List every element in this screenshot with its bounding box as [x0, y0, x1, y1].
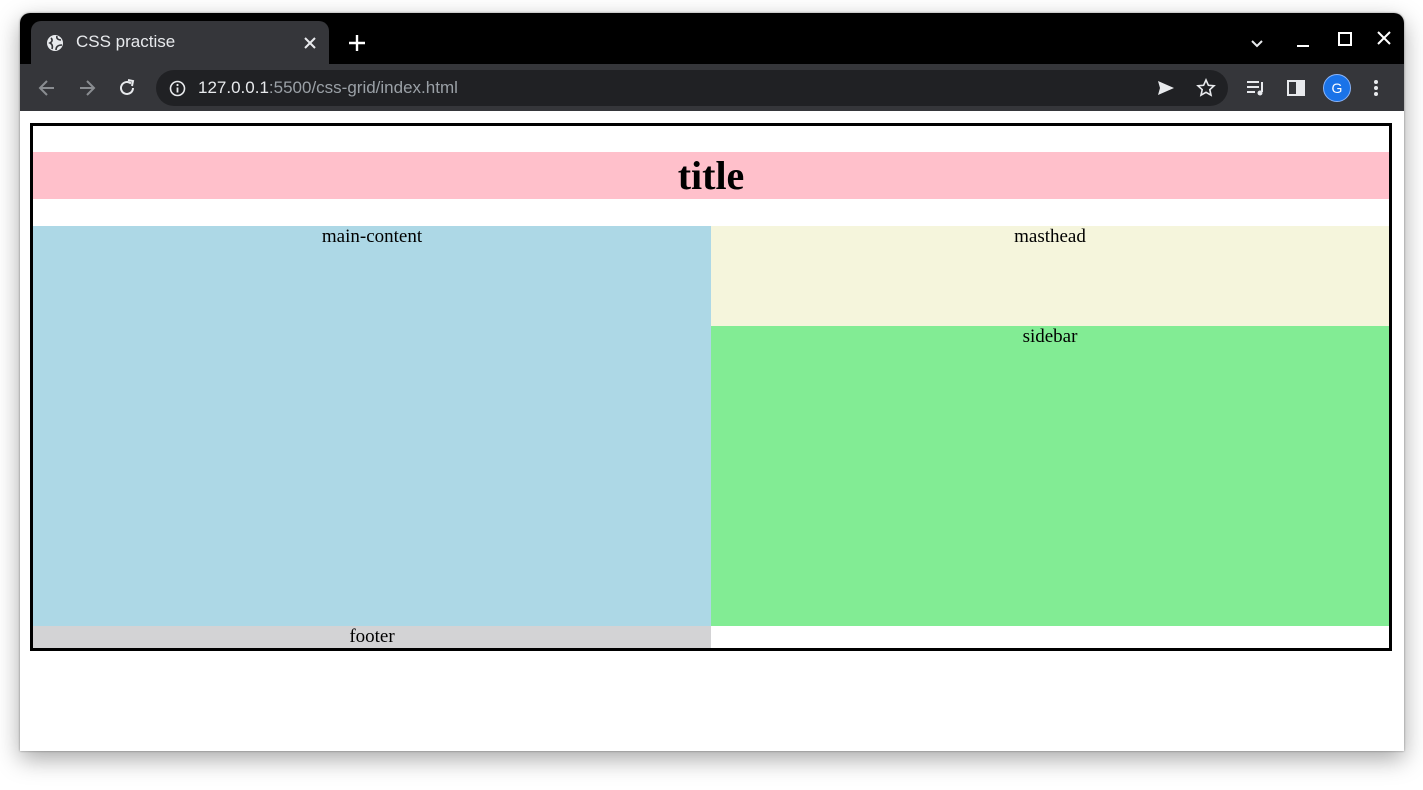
url-path: :5500/css-grid/index.html: [268, 78, 458, 97]
footer-label: footer: [349, 626, 395, 647]
globe-icon: [47, 35, 63, 51]
masthead-label: masthead: [1014, 226, 1086, 247]
sidebar-label: sidebar: [1022, 326, 1078, 347]
url-text[interactable]: 127.0.0.1:5500/css-grid/index.html: [198, 78, 458, 98]
masthead-area: masthead: [711, 226, 1389, 326]
sidebar-area: sidebar: [711, 326, 1389, 626]
avatar[interactable]: G: [1323, 74, 1351, 102]
more-vert-icon[interactable]: [1365, 77, 1387, 99]
close-icon[interactable]: [300, 33, 320, 53]
tab-strip: CSS practise: [20, 13, 1404, 64]
browser-toolbar: 127.0.0.1:5500/css-grid/index.html G: [20, 64, 1404, 111]
chevron-down-icon[interactable]: [1249, 36, 1265, 52]
page-title: title: [677, 153, 745, 198]
tab-title: CSS practise: [76, 32, 176, 51]
side-panel-icon[interactable]: [1285, 77, 1307, 99]
grid-container: title main-content masthead sidebar foot…: [30, 123, 1392, 651]
send-icon[interactable]: [1156, 78, 1176, 98]
footer-area: footer: [33, 626, 711, 648]
reload-icon[interactable]: [116, 77, 138, 99]
title-area: title: [33, 152, 1389, 199]
forward-icon[interactable]: [76, 77, 98, 99]
plus-icon[interactable]: [346, 32, 368, 54]
minimize-icon[interactable]: [1294, 33, 1312, 51]
back-icon[interactable]: [36, 77, 58, 99]
maximize-icon[interactable]: [1336, 30, 1354, 48]
address-bar[interactable]: 127.0.0.1:5500/css-grid/index.html: [156, 70, 1228, 106]
browser-window: CSS practise 127.0.0.1:5500/css-grid/ind…: [20, 13, 1404, 751]
star-icon[interactable]: [1196, 78, 1216, 98]
active-tab[interactable]: CSS practise: [31, 21, 329, 64]
url-host: 127.0.0.1: [198, 78, 269, 97]
close-window-icon[interactable]: [1375, 29, 1393, 47]
media-queue-icon[interactable]: [1245, 77, 1267, 99]
info-icon[interactable]: [169, 80, 186, 97]
page-viewport: title main-content masthead sidebar foot…: [20, 111, 1404, 751]
main-content-label: main-content: [321, 226, 423, 247]
main-content-area: main-content: [33, 226, 711, 626]
